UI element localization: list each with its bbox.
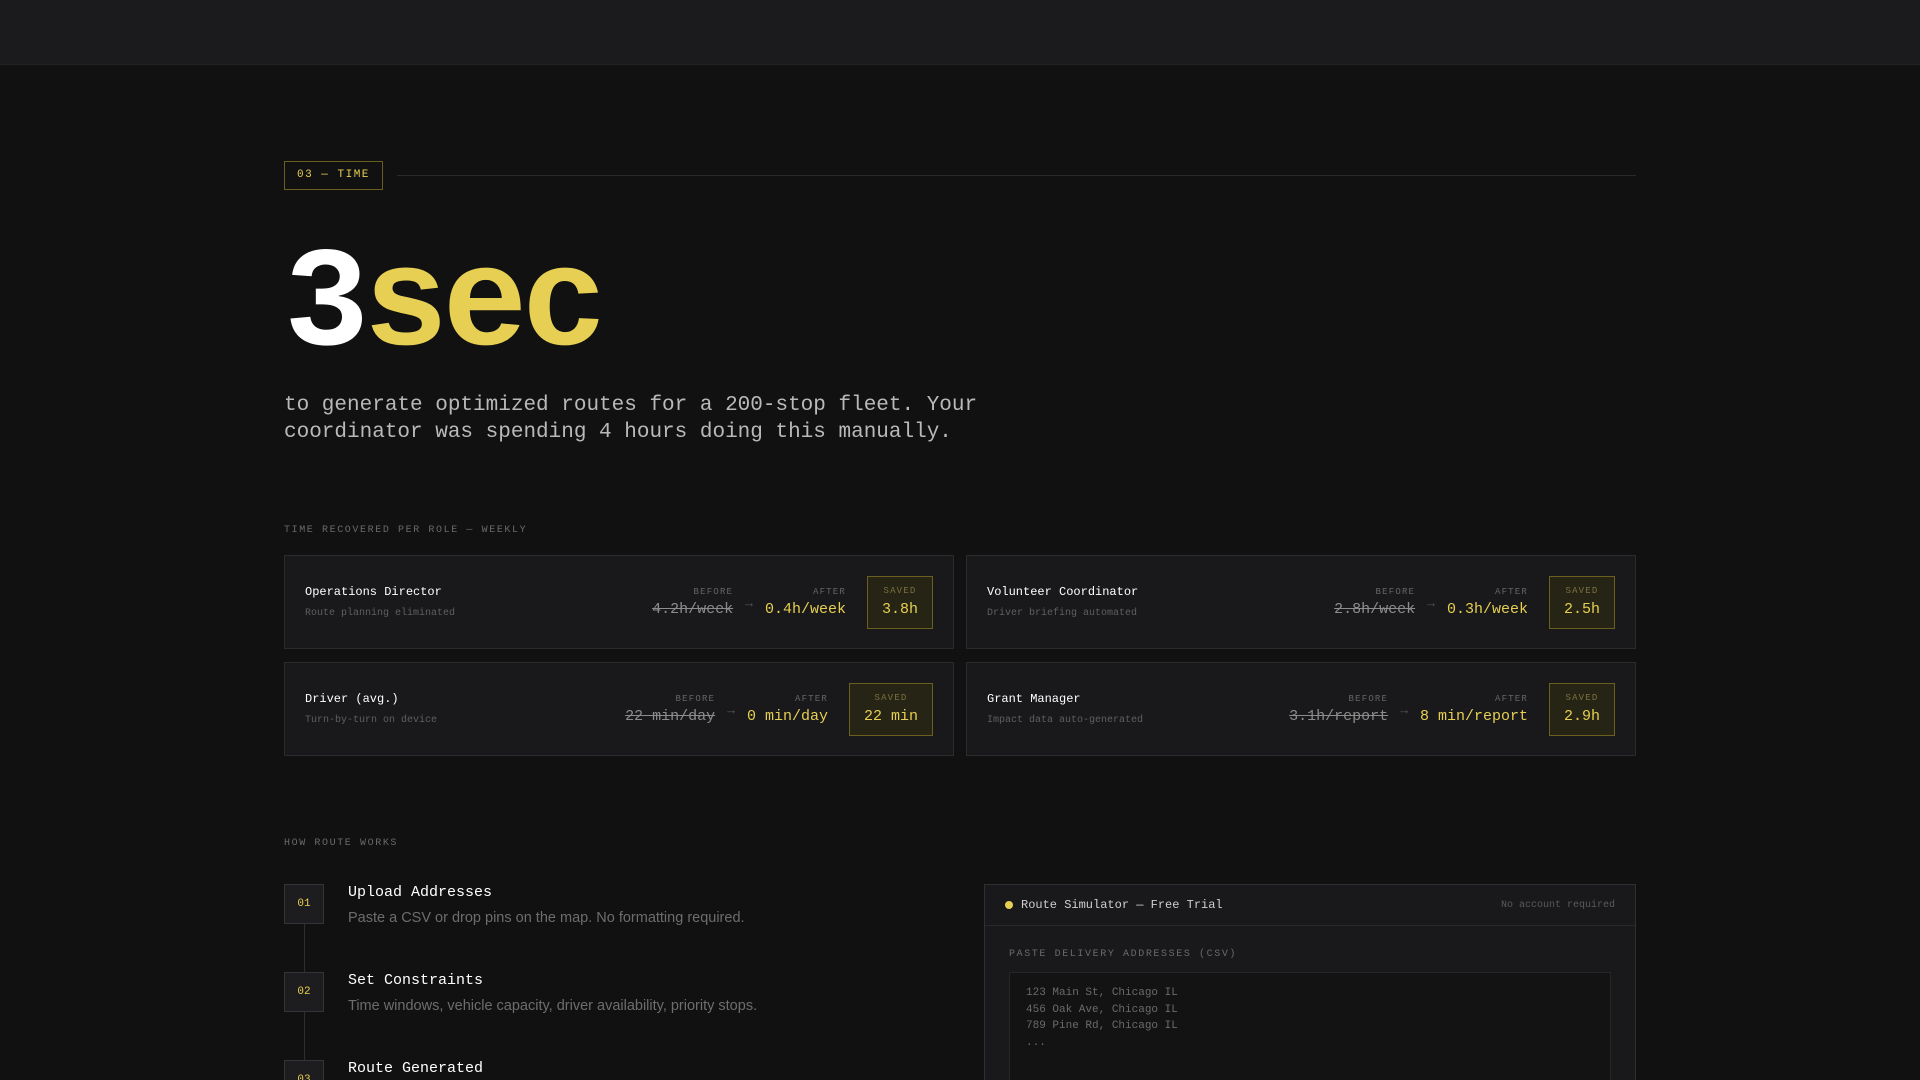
- after-value: 0 min/day: [746, 707, 828, 725]
- after-value: 8 min/report: [1419, 707, 1528, 725]
- step-item: 03 Route Generated: [284, 1060, 483, 1080]
- saved-badge: SAVED 2.9h: [1548, 682, 1615, 736]
- step-title: Upload Addresses: [348, 884, 493, 901]
- after-metric: AFTER 8 min/report: [1420, 694, 1528, 725]
- address-line: 456 Oak Ave, Chicago IL: [1026, 1003, 1178, 1016]
- role-cards-grid: Operations Director Route planning elimi…: [284, 555, 1636, 756]
- hero-number: 3: [284, 226, 369, 387]
- before-value: 22 min/day: [625, 707, 716, 725]
- arrow-right-icon: →: [1427, 595, 1435, 611]
- role-card: Operations Director Route planning elimi…: [284, 555, 954, 649]
- saved-value: 22 min: [863, 708, 918, 725]
- role-subtitle: Impact data auto-generated: [987, 715, 1144, 726]
- after-label: AFTER: [812, 586, 846, 597]
- before-metric: BEFORE 22 min/day: [625, 694, 715, 725]
- saved-badge: SAVED 22 min: [848, 682, 933, 736]
- role-subtitle: Driver briefing automated: [987, 608, 1138, 619]
- simulator-note: No account required: [1500, 899, 1615, 911]
- before-metric: BEFORE 3.1h/report: [1289, 694, 1388, 725]
- role-card: Volunteer Coordinator Driver briefing au…: [966, 555, 1636, 649]
- saved-label: SAVED: [874, 693, 908, 703]
- step-title: Route Generated: [348, 1060, 484, 1077]
- hero-description: to generate optimized routes for a 200-s…: [284, 394, 978, 444]
- before-metric: BEFORE 2.8h/week: [1334, 587, 1415, 618]
- step-item: 02 Set Constraints Time windows, vehicle…: [284, 972, 757, 1014]
- arrow-right-icon: →: [1400, 702, 1408, 718]
- route-simulator-panel: Route Simulator — Free Trial No account …: [984, 884, 1636, 1080]
- before-value: 3.1h/report: [1289, 707, 1389, 725]
- status-dot-icon: [1005, 901, 1013, 909]
- step-item: 01 Upload Addresses Paste a CSV or drop …: [284, 884, 745, 926]
- after-metric: AFTER 0.4h/week: [765, 587, 846, 618]
- after-label: AFTER: [1494, 693, 1528, 704]
- role-card: Driver (avg.) Turn-by-turn on device BEF…: [284, 662, 954, 756]
- role-title: Volunteer Coordinator: [987, 585, 1139, 599]
- step-number: 02: [284, 972, 324, 1012]
- role-subtitle: Turn-by-turn on device: [305, 715, 438, 726]
- after-metric: AFTER 0.3h/week: [1447, 587, 1528, 618]
- before-label: BEFORE: [1348, 693, 1389, 704]
- after-metric: AFTER 0 min/day: [747, 694, 828, 725]
- simulator-title: Route Simulator — Free Trial: [1021, 898, 1223, 912]
- before-metric: BEFORE 4.2h/week: [652, 587, 733, 618]
- before-label: BEFORE: [693, 586, 734, 597]
- address-line: 123 Main St, Chicago IL: [1026, 987, 1178, 999]
- address-line: ...: [1026, 1036, 1046, 1049]
- steps-list: 01 Upload Addresses Paste a CSV or drop …: [284, 884, 884, 1080]
- saved-badge: SAVED 3.8h: [866, 575, 933, 629]
- address-input-label: PASTE DELIVERY ADDRESSES (CSV): [1009, 949, 1238, 960]
- roles-section-label: TIME RECOVERED PER ROLE — WEEKLY: [284, 525, 528, 536]
- after-value: 0.4h/week: [764, 600, 846, 618]
- hero-stat: 3sec: [284, 232, 1636, 382]
- step-number: 01: [284, 884, 324, 924]
- section-header: 03 — TIME: [284, 161, 1636, 190]
- hero: 3sec to generate optimized routes for a …: [284, 232, 1636, 446]
- before-value: 2.8h/week: [1334, 600, 1416, 618]
- role-title: Grant Manager: [987, 692, 1081, 706]
- address-line: 789 Pine Rd, Chicago IL: [1026, 1020, 1178, 1032]
- role-title: Driver (avg.): [305, 692, 399, 706]
- step-number: 03: [284, 1060, 324, 1080]
- before-label: BEFORE: [675, 693, 716, 704]
- after-value: 0.3h/week: [1446, 600, 1528, 618]
- before-label: BEFORE: [1375, 586, 1416, 597]
- saved-label: SAVED: [1565, 693, 1599, 703]
- step-title: Set Constraints: [348, 972, 484, 989]
- saved-value: 2.5h: [1563, 601, 1600, 618]
- section-tag: 03 — TIME: [284, 161, 383, 190]
- role-title: Operations Director: [305, 585, 442, 599]
- role-subtitle: Route planning eliminated: [305, 608, 456, 619]
- saved-label: SAVED: [883, 586, 917, 596]
- after-label: AFTER: [1494, 586, 1528, 597]
- saved-badge: SAVED 2.5h: [1548, 575, 1615, 629]
- hero-unit: sec: [363, 226, 607, 387]
- arrow-right-icon: →: [745, 595, 753, 611]
- top-nav-bar: [0, 0, 1920, 65]
- step-description: Paste a CSV or drop pins on the map. No …: [348, 910, 745, 926]
- step-connector: [304, 924, 305, 972]
- step-description: Time windows, vehicle capacity, driver a…: [348, 998, 758, 1014]
- step-connector: [304, 1012, 305, 1060]
- section-divider: [396, 175, 1636, 176]
- saved-value: 2.9h: [1563, 708, 1600, 725]
- address-csv-input[interactable]: 123 Main St, Chicago IL 456 Oak Ave, Chi…: [1009, 972, 1611, 1080]
- saved-value: 3.8h: [881, 601, 918, 618]
- before-value: 4.2h/week: [652, 600, 734, 618]
- role-card: Grant Manager Impact data auto-generated…: [966, 662, 1636, 756]
- after-label: AFTER: [794, 693, 828, 704]
- how-it-works-label: HOW ROUTE WORKS: [284, 838, 399, 849]
- saved-label: SAVED: [1565, 586, 1599, 596]
- simulator-header: Route Simulator — Free Trial No account …: [985, 885, 1635, 926]
- arrow-right-icon: →: [727, 702, 735, 718]
